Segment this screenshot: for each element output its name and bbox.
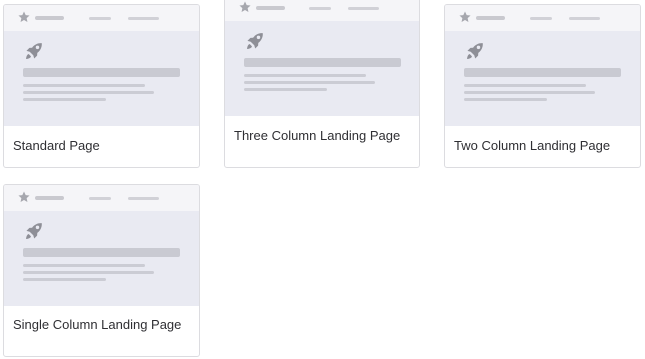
text-line-placeholder xyxy=(23,84,145,87)
template-card-single-column-landing-page[interactable]: Single Column Landing Page xyxy=(3,184,200,357)
rocket-icon xyxy=(247,33,263,49)
template-thumbnail xyxy=(4,5,199,126)
text-line-placeholder xyxy=(464,84,586,87)
heading-placeholder xyxy=(244,58,401,67)
template-thumbnail xyxy=(4,185,199,306)
template-title: Single Column Landing Page xyxy=(13,317,182,332)
nav-placeholder xyxy=(128,197,159,200)
template-title: Standard Page xyxy=(13,138,100,153)
heading-placeholder xyxy=(464,68,621,77)
template-thumbnail xyxy=(225,0,419,116)
template-title: Two Column Landing Page xyxy=(454,138,611,153)
rocket-icon xyxy=(26,43,42,59)
text-line-placeholder xyxy=(23,271,154,274)
template-card-three-column-landing-page[interactable]: Three Column Landing Page xyxy=(224,0,420,168)
heading-placeholder xyxy=(23,248,180,257)
nav-placeholder xyxy=(89,197,111,200)
logo-placeholder xyxy=(35,16,64,20)
text-line-placeholder xyxy=(23,264,145,267)
text-line-placeholder xyxy=(244,81,375,84)
text-line-placeholder xyxy=(244,74,366,77)
thumbnail-header xyxy=(445,5,640,31)
template-card-two-column-landing-page[interactable]: Two Column Landing Page xyxy=(444,4,641,168)
nav-placeholder xyxy=(569,17,600,20)
star-icon xyxy=(459,11,471,22)
thumbnail-header xyxy=(4,5,199,31)
thumbnail-header xyxy=(225,0,419,21)
logo-placeholder xyxy=(476,16,505,20)
star-icon xyxy=(18,191,30,202)
nav-placeholder xyxy=(309,7,331,10)
nav-placeholder xyxy=(89,17,111,20)
thumbnail-header xyxy=(4,185,199,211)
text-line-placeholder xyxy=(23,91,154,94)
nav-placeholder xyxy=(128,17,159,20)
nav-placeholder xyxy=(348,7,379,10)
text-line-placeholder xyxy=(464,98,547,101)
text-line-placeholder xyxy=(244,88,327,91)
rocket-icon xyxy=(26,223,42,239)
logo-placeholder xyxy=(35,196,64,200)
heading-placeholder xyxy=(23,68,180,77)
rocket-icon xyxy=(467,43,483,59)
template-card-standard-page[interactable]: Standard Page xyxy=(3,4,200,168)
text-line-placeholder xyxy=(464,91,595,94)
text-line-placeholder xyxy=(23,278,106,281)
star-icon xyxy=(18,11,30,22)
text-line-placeholder xyxy=(23,98,106,101)
nav-placeholder xyxy=(530,17,552,20)
star-icon xyxy=(239,1,251,12)
template-thumbnail xyxy=(445,5,640,126)
logo-placeholder xyxy=(256,6,285,10)
template-title: Three Column Landing Page xyxy=(234,128,401,143)
